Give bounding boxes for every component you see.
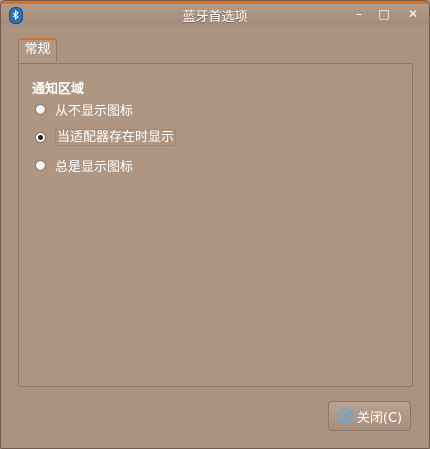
close-button[interactable]: 关闭(C) <box>328 401 411 431</box>
option-label: 当适配器存在时显示 <box>55 128 177 146</box>
radio-show-when-present[interactable] <box>35 131 46 143</box>
maximize-icon[interactable]: □ <box>375 6 393 22</box>
close-window-icon[interactable]: ✕ <box>404 6 422 22</box>
titlebar[interactable]: 蓝牙首选项 – □ ✕ <box>1 1 429 25</box>
tab-general[interactable]: 常规 <box>18 38 57 62</box>
radio-always-show[interactable] <box>35 159 46 171</box>
radio-never-show[interactable] <box>35 103 46 115</box>
option-label: 总是显示图标 <box>55 159 134 175</box>
bluetooth-preferences-window: 蓝牙首选项 – □ ✕ 常规 通知区域 从不显示图标 当适配器存在时显示 总是显… <box>0 0 430 449</box>
minimize-icon[interactable]: – <box>350 6 368 22</box>
close-button-label: 关闭(C) <box>356 410 403 426</box>
option-always-show-icon[interactable]: 总是显示图标 <box>35 155 133 175</box>
option-label: 从不显示图标 <box>55 103 134 119</box>
option-never-show-icon[interactable]: 从不显示图标 <box>35 99 133 119</box>
close-icon <box>336 408 353 424</box>
notification-area-heading: 通知区域 <box>32 82 85 97</box>
option-show-when-adapter-present[interactable]: 当适配器存在时显示 <box>35 127 177 147</box>
